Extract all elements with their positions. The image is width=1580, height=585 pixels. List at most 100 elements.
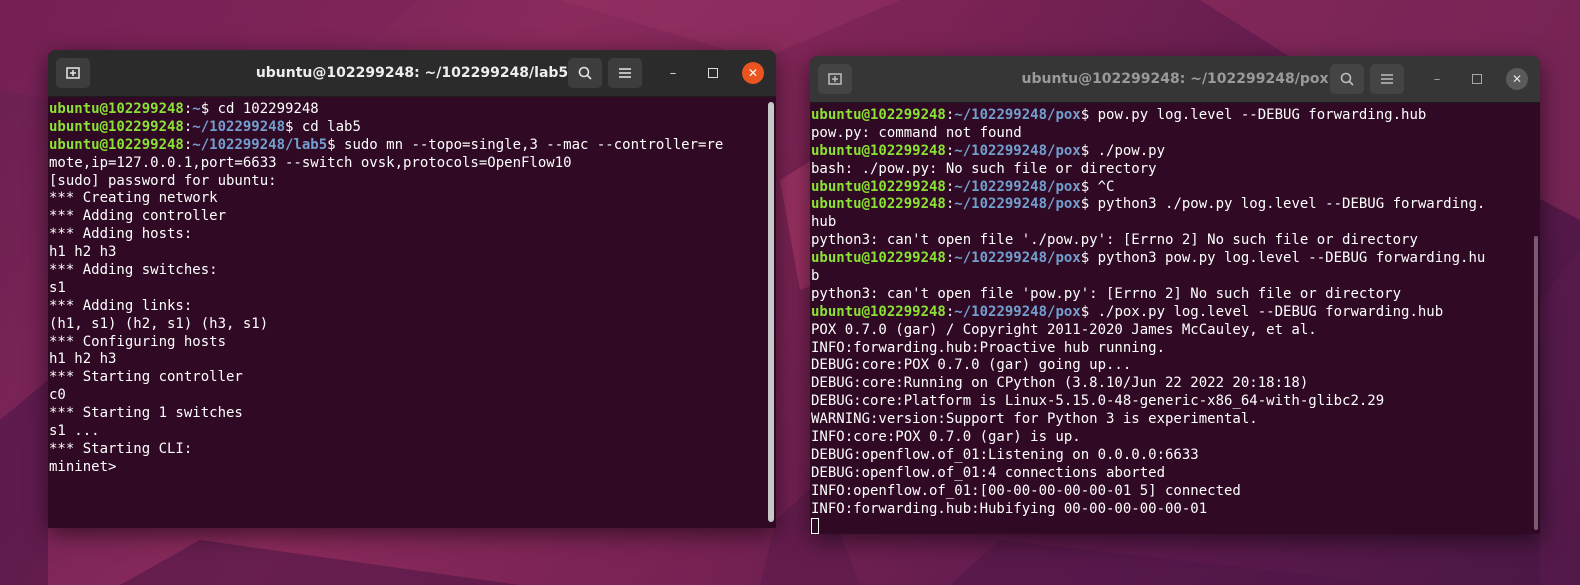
output-text: DEBUG:openflow.of_01:Listening on 0.0.0.… bbox=[811, 446, 1199, 463]
output-text: s1 bbox=[49, 279, 66, 296]
output-text: [sudo] password for ubuntu: bbox=[49, 172, 277, 189]
close-icon: ✕ bbox=[747, 66, 759, 80]
maximize-button[interactable] bbox=[702, 62, 724, 84]
output-line: INFO:forwarding.hub:Proactive hub runnin… bbox=[811, 340, 1530, 358]
output-line: h1 h2 h3 bbox=[49, 351, 766, 369]
close-button[interactable]: ✕ bbox=[742, 62, 764, 84]
output-line: hub bbox=[811, 214, 1530, 232]
minimize-icon: – bbox=[1433, 71, 1441, 87]
minimize-button[interactable]: – bbox=[1426, 68, 1448, 90]
prompt-user: ubuntu@102299248 bbox=[811, 250, 946, 267]
search-icon bbox=[578, 66, 592, 80]
output-text: python3: can't open file './pow.py': [Er… bbox=[811, 232, 1418, 249]
output-line: mote,ip=127.0.0.1,port=6633 --switch ovs… bbox=[49, 155, 766, 173]
prompt-line: ubuntu@102299248:~/102299248/pox$ pow.py… bbox=[811, 107, 1530, 125]
output-line: *** Starting 1 switches bbox=[49, 405, 766, 423]
output-line: bash: ./pow.py: No such file or director… bbox=[811, 161, 1530, 179]
output-text: INFO:core:POX 0.7.0 (gar) is up. bbox=[811, 429, 1081, 446]
output-line: *** Adding controller bbox=[49, 208, 766, 226]
output-text: *** Adding links: bbox=[49, 297, 193, 314]
terminal-window-pox[interactable]: ubuntu@102299248: ~/102299248/pox – ✕ ub… bbox=[810, 56, 1540, 534]
output-text: bash: ./pow.py: No such file or director… bbox=[811, 160, 1157, 177]
minimize-button[interactable]: – bbox=[662, 62, 684, 84]
search-button[interactable] bbox=[568, 58, 602, 88]
output-line: DEBUG:core:Platform is Linux-5.15.0-48-g… bbox=[811, 393, 1530, 411]
output-text: *** Configuring hosts bbox=[49, 333, 227, 350]
command-text: $ sudo mn --topo=single,3 --mac --contro… bbox=[327, 136, 724, 153]
terminal-output[interactable]: ubuntu@102299248:~/102299248/pox$ pow.py… bbox=[810, 103, 1530, 534]
output-text: *** Creating network bbox=[49, 190, 218, 207]
hamburger-menu-icon bbox=[1381, 74, 1393, 84]
output-line: WARNING:version:Support for Python 3 is … bbox=[811, 411, 1530, 429]
output-text: DEBUG:openflow.of_01:4 connections abort… bbox=[811, 464, 1166, 481]
output-line: POX 0.7.0 (gar) / Copyright 2011-2020 Ja… bbox=[811, 322, 1530, 340]
output-text: *** Starting controller bbox=[49, 369, 243, 386]
prompt-path: ~ bbox=[192, 101, 201, 117]
prompt-line: ubuntu@102299248:~/102299248/pox$ ./pow.… bbox=[811, 143, 1530, 161]
output-line: DEBUG:openflow.of_01:4 connections abort… bbox=[811, 465, 1530, 483]
output-line: DEBUG:core:POX 0.7.0 (gar) going up... bbox=[811, 357, 1530, 375]
prompt-line: ubuntu@102299248:~/102299248/pox$ python… bbox=[811, 196, 1530, 214]
output-line: b bbox=[811, 268, 1530, 286]
output-text: DEBUG:core:Platform is Linux-5.15.0-48-g… bbox=[811, 393, 1385, 410]
terminal-window-lab5[interactable]: ubuntu@102299248: ~/102299248/lab5 – ✕ u… bbox=[48, 50, 776, 528]
close-icon: ✕ bbox=[1511, 72, 1523, 86]
output-text: (h1, s1) (h2, s1) (h3, s1) bbox=[49, 315, 269, 332]
prompt-line: ubuntu@102299248:~/102299248/pox$ python… bbox=[811, 250, 1530, 268]
output-text: pow.py: command not found bbox=[811, 124, 1022, 141]
prompt-user: ubuntu@102299248 bbox=[811, 107, 946, 123]
output-line: INFO:openflow.of_01:[00-00-00-00-00-01 5… bbox=[811, 483, 1530, 501]
prompt-line: ubuntu@102299248:~/102299248/pox$ ./pox.… bbox=[811, 304, 1530, 322]
prompt-user: ubuntu@102299248 bbox=[811, 303, 946, 320]
output-text: mote,ip=127.0.0.1,port=6633 --switch ovs… bbox=[49, 154, 572, 171]
prompt-path: ~/102299248 bbox=[192, 118, 286, 135]
output-line: DEBUG:openflow.of_01:Listening on 0.0.0.… bbox=[811, 447, 1530, 465]
output-line: *** Configuring hosts bbox=[49, 334, 766, 352]
output-text: *** Adding hosts: bbox=[49, 226, 193, 243]
scrollbar[interactable] bbox=[768, 102, 774, 522]
search-button[interactable] bbox=[1330, 64, 1364, 94]
output-text: *** Adding controller bbox=[49, 208, 227, 225]
titlebar[interactable]: ubuntu@102299248: ~/102299248/pox – ✕ bbox=[810, 56, 1540, 103]
output-line: python3: can't open file './pow.py': [Er… bbox=[811, 232, 1530, 250]
command-text: $ cd 102299248 bbox=[200, 101, 319, 117]
prompt-path: ~/102299248/lab5 bbox=[192, 136, 328, 153]
output-line: DEBUG:core:Running on CPython (3.8.10/Ju… bbox=[811, 375, 1530, 393]
prompt-user: ubuntu@102299248 bbox=[811, 178, 946, 195]
output-line bbox=[811, 518, 1530, 534]
output-line: INFO:core:POX 0.7.0 (gar) is up. bbox=[811, 429, 1530, 447]
output-line: python3: can't open file 'pow.py': [Errn… bbox=[811, 286, 1530, 304]
output-line: c0 bbox=[49, 387, 766, 405]
output-text: s1 ... bbox=[49, 423, 100, 440]
output-line: *** Starting CLI: bbox=[49, 441, 766, 459]
command-text: $ cd lab5 bbox=[285, 118, 361, 135]
menu-button[interactable] bbox=[608, 58, 642, 88]
command-text: $ ./pow.py bbox=[1080, 142, 1166, 159]
prompt-path: ~/102299248/pox bbox=[954, 303, 1081, 320]
prompt-path: ~/102299248/pox bbox=[954, 250, 1081, 267]
close-button[interactable]: ✕ bbox=[1506, 68, 1528, 90]
output-line: *** Adding hosts: bbox=[49, 226, 766, 244]
output-text: INFO:openflow.of_01:[00-00-00-00-00-01 5… bbox=[811, 482, 1241, 499]
minimize-icon: – bbox=[669, 65, 677, 81]
output-text: h1 h2 h3 bbox=[49, 244, 117, 261]
prompt-user: ubuntu@102299248 bbox=[811, 196, 946, 213]
maximize-icon bbox=[708, 68, 718, 78]
command-text: $ ./pox.py log.level --DEBUG forwarding.… bbox=[1080, 303, 1444, 320]
output-text: mininet> bbox=[49, 458, 117, 475]
scrollbar[interactable] bbox=[1534, 236, 1538, 530]
text-cursor bbox=[811, 518, 819, 534]
prompt-user: ubuntu@102299248 bbox=[49, 101, 184, 117]
output-line: (h1, s1) (h2, s1) (h3, s1) bbox=[49, 316, 766, 334]
maximize-button[interactable] bbox=[1466, 68, 1488, 90]
titlebar[interactable]: ubuntu@102299248: ~/102299248/lab5 – ✕ bbox=[48, 50, 776, 97]
output-line: s1 bbox=[49, 280, 766, 298]
output-text: DEBUG:core:POX 0.7.0 (gar) going up... bbox=[811, 357, 1132, 374]
prompt-line: ubuntu@102299248:~/102299248$ cd lab5 bbox=[49, 119, 766, 137]
command-text: $ pow.py log.level --DEBUG forwarding.hu… bbox=[1080, 107, 1427, 123]
menu-button[interactable] bbox=[1370, 64, 1404, 94]
output-text: python3: can't open file 'pow.py': [Errn… bbox=[811, 285, 1402, 302]
prompt-path: ~/102299248/pox bbox=[954, 196, 1081, 213]
terminal-output[interactable]: ubuntu@102299248:~$ cd 102299248 ubuntu@1… bbox=[48, 97, 766, 528]
output-text: INFO:forwarding.hub:Proactive hub runnin… bbox=[811, 339, 1166, 356]
